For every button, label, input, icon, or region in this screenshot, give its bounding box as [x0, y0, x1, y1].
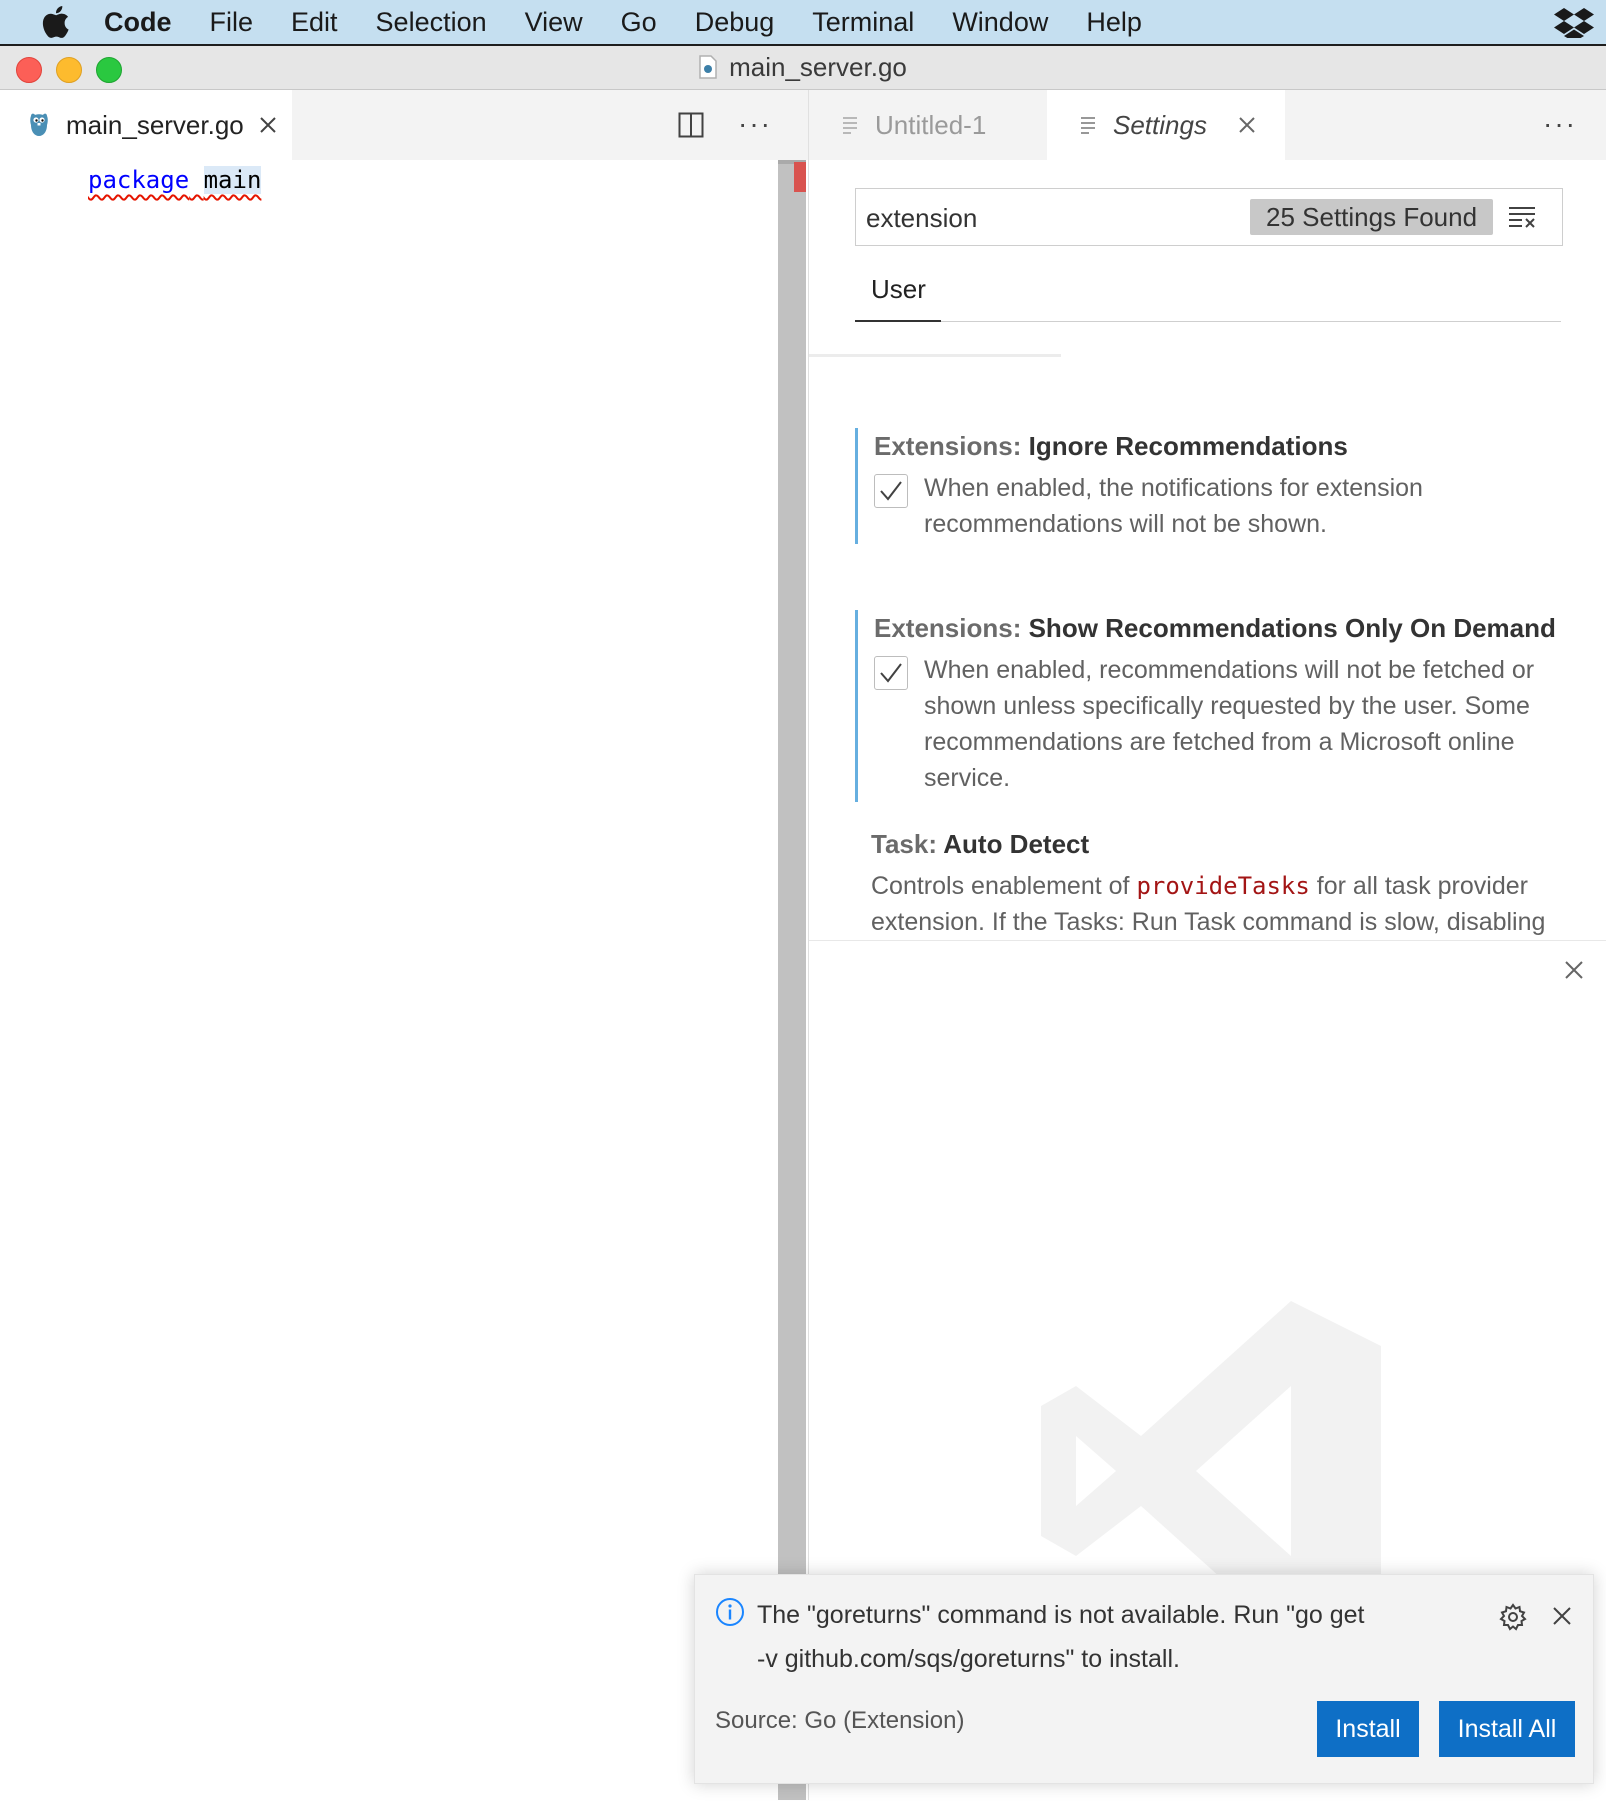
- tab-settings[interactable]: Settings: [1047, 90, 1285, 160]
- menu-bar: Code File Edit Selection View Go Debug T…: [0, 0, 1606, 44]
- close-panel-icon[interactable]: [1563, 959, 1585, 981]
- more-actions-icon[interactable]: ···: [738, 108, 772, 140]
- editor-scrollbar[interactable]: [778, 160, 806, 1800]
- setting-description-prefix: Controls enablement of: [871, 872, 1137, 900]
- checkmark-icon: [880, 663, 902, 683]
- setting-show-recommendations-on-demand: Extensions: Show Recommendations Only On…: [855, 610, 1578, 802]
- right-editor-group: Untitled-1 Settings ··· 25 Settings Foun…: [808, 90, 1606, 1801]
- settings-header-shadow: [809, 354, 1061, 357]
- code-line-1: package main: [88, 166, 262, 194]
- menu-app-code[interactable]: Code: [104, 7, 172, 38]
- scope-tab-active-indicator: [855, 320, 941, 322]
- menu-debug[interactable]: Debug: [695, 7, 775, 38]
- setting-title: Task: Auto Detect: [871, 826, 1575, 862]
- checkmark-icon: [880, 481, 902, 501]
- menu-terminal[interactable]: Terminal: [812, 7, 914, 38]
- menu-help[interactable]: Help: [1086, 7, 1142, 38]
- tab-label: main_server.go: [66, 109, 244, 140]
- install-all-button[interactable]: Install All: [1439, 1701, 1575, 1757]
- go-gopher-icon: [30, 113, 48, 136]
- setting-name: Ignore Recommendations: [1028, 431, 1348, 461]
- notification-source: Source: Go (Extension): [715, 1707, 965, 1734]
- code-keyword: package: [88, 166, 190, 194]
- tab-untitled-1[interactable]: Untitled-1: [809, 90, 1047, 160]
- setting-category: Task:: [871, 829, 944, 859]
- scope-tab-divider: [941, 321, 1561, 322]
- close-tab-icon[interactable]: [1237, 115, 1257, 135]
- setting-name: Show Recommendations Only On Demand: [1028, 613, 1556, 643]
- window-title-bar: main_server.go: [0, 44, 1606, 90]
- split-editor-icon[interactable]: [678, 112, 704, 138]
- setting-checkbox[interactable]: [874, 656, 908, 690]
- notification-message: The "goreturns" command is not available…: [757, 1601, 1365, 1673]
- menu-go[interactable]: Go: [621, 7, 657, 38]
- right-tab-bar: Untitled-1 Settings ···: [809, 90, 1606, 160]
- gear-icon[interactable]: [1499, 1603, 1527, 1631]
- notification-toast: The "goreturns" command is not available…: [694, 1574, 1594, 1784]
- window-title: main_server.go: [0, 52, 1606, 83]
- left-tab-bar: main_server.go ···: [0, 90, 808, 160]
- settings-file-icon: [1081, 117, 1095, 134]
- menu-selection[interactable]: Selection: [376, 7, 487, 38]
- close-notification-icon[interactable]: [1551, 1605, 1573, 1627]
- setting-title: Extensions: Ignore Recommendations: [874, 428, 1578, 464]
- clear-filter-icon[interactable]: [1508, 206, 1536, 228]
- setting-description: When enabled, recommendations will not b…: [924, 656, 1535, 792]
- info-icon: [716, 1598, 744, 1626]
- setting-description: When enabled, the notifications for exte…: [924, 474, 1423, 538]
- scrollbar-error-marker: [794, 162, 806, 192]
- menu-view[interactable]: View: [525, 7, 583, 38]
- tab-label: Settings: [1113, 109, 1207, 140]
- setting-checkbox[interactable]: [874, 474, 908, 508]
- setting-title: Extensions: Show Recommendations Only On…: [874, 610, 1578, 646]
- code-editor[interactable]: package main: [88, 160, 262, 200]
- tab-label: Untitled-1: [875, 109, 987, 140]
- menu-edit[interactable]: Edit: [291, 7, 338, 38]
- setting-category: Extensions:: [874, 431, 1029, 461]
- setting-description-code: provideTasks: [1136, 872, 1310, 900]
- tab-main-server-go[interactable]: main_server.go: [0, 90, 292, 160]
- setting-task-auto-detect: Task: Auto Detect Controls enablement of…: [855, 826, 1575, 938]
- window-title-text: main_server.go: [729, 52, 907, 82]
- dropbox-icon[interactable]: [1554, 6, 1594, 38]
- text-file-icon: [843, 117, 857, 134]
- settings-editor: 25 Settings Found User Extensions: Ignor…: [809, 160, 1606, 938]
- settings-found-count: 25 Settings Found: [1250, 199, 1494, 235]
- scope-tab-user[interactable]: User: [855, 264, 941, 320]
- settings-search-box[interactable]: 25 Settings Found: [855, 188, 1563, 246]
- menu-window[interactable]: Window: [952, 7, 1048, 38]
- apple-logo-icon[interactable]: [40, 6, 70, 38]
- go-file-icon: [699, 55, 717, 79]
- setting-category: Extensions:: [874, 613, 1029, 643]
- setting-description: Controls enablement of provideTasks for …: [871, 868, 1571, 938]
- more-actions-icon[interactable]: ···: [1543, 108, 1577, 140]
- install-button[interactable]: Install: [1317, 1701, 1419, 1757]
- close-tab-icon[interactable]: [258, 115, 278, 135]
- menu-file[interactable]: File: [210, 7, 254, 38]
- code-identifier: main: [203, 166, 262, 194]
- left-editor-group: main_server.go ··· package main: [0, 90, 808, 1800]
- setting-ignore-recommendations: Extensions: Ignore Recommendations When …: [855, 428, 1578, 544]
- settings-search-input[interactable]: [864, 199, 1248, 237]
- setting-name: Auto Detect: [943, 829, 1090, 859]
